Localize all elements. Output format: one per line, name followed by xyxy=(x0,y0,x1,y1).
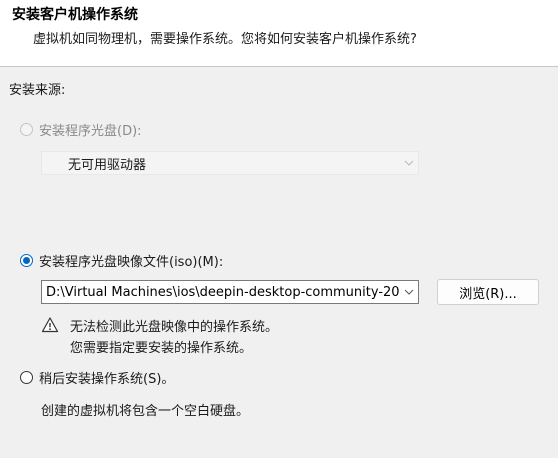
browse-button[interactable]: 浏览(R)... xyxy=(437,279,539,305)
wizard-header: 安装客户机操作系统 虚拟机如同物理机，需要操作系统。您将如何安装客户机操作系统? xyxy=(0,0,558,67)
radio-button[interactable] xyxy=(20,254,33,267)
radio-installer-iso[interactable]: 安装程序光盘映像文件(iso)(M): xyxy=(20,251,223,270)
radio-installer-iso-label: 安装程序光盘映像文件(iso)(M): xyxy=(39,255,224,270)
radio-installer-disc-label: 安装程序光盘(D): xyxy=(39,124,142,139)
radio-install-later[interactable]: 稍后安装操作系统(S)。 xyxy=(20,368,174,387)
disc-drive-dropdown[interactable]: 无可用驱动器 xyxy=(41,151,419,175)
page-title: 安装客户机操作系统 xyxy=(12,7,138,23)
radio-button[interactable] xyxy=(20,371,33,384)
radio-button[interactable] xyxy=(20,123,33,136)
radio-install-later-label: 稍后安装操作系统(S)。 xyxy=(39,372,175,387)
radio-installer-disc[interactable]: 安装程序光盘(D): xyxy=(20,120,142,139)
install-source-label: 安装来源: xyxy=(9,83,66,98)
disc-drive-dropdown-value: 无可用驱动器 xyxy=(68,157,147,173)
iso-path-value[interactable]: D:\Virtual Machines\ios\deepin-desktop-c… xyxy=(42,285,400,300)
warning-icon xyxy=(41,316,59,334)
page-subtitle: 虚拟机如同物理机，需要操作系统。您将如何安装客户机操作系统? xyxy=(33,32,417,47)
warning-message-line1: 无法检测此光盘映像中的操作系统。 xyxy=(70,320,279,335)
chevron-down-icon[interactable] xyxy=(400,281,418,303)
iso-path-combobox[interactable]: D:\Virtual Machines\ios\deepin-desktop-c… xyxy=(41,280,419,304)
install-later-note: 创建的虚拟机将包含一个空白硬盘。 xyxy=(41,404,250,419)
chevron-down-icon xyxy=(400,152,418,174)
warning-message-line2: 您需要指定要安装的操作系统。 xyxy=(70,341,253,356)
